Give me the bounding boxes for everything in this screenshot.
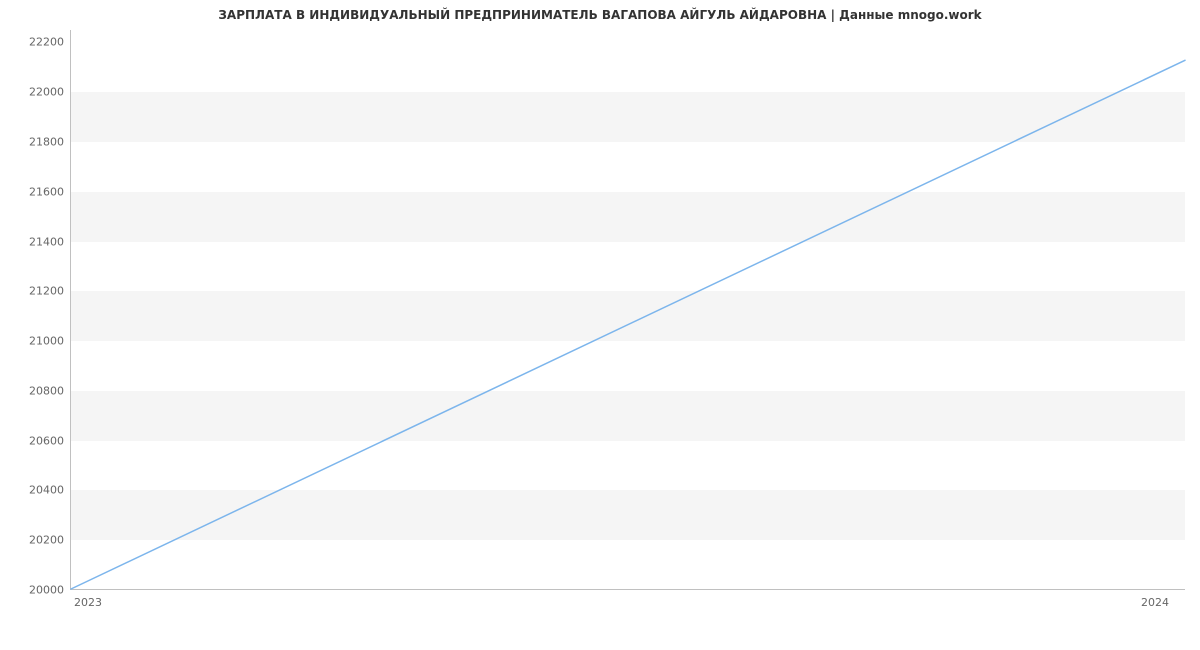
chart-title: ЗАРПЛАТА В ИНДИВИДУАЛЬНЫЙ ПРЕДПРИНИМАТЕЛ… [0, 8, 1200, 22]
salary-chart: ЗАРПЛАТА В ИНДИВИДУАЛЬНЫЙ ПРЕДПРИНИМАТЕЛ… [0, 0, 1200, 650]
line-series [71, 30, 1185, 589]
y-tick-label: 22000 [4, 86, 64, 99]
y-tick-label: 20400 [4, 484, 64, 497]
x-tick-label: 2024 [1141, 596, 1169, 609]
y-tick-label: 20800 [4, 384, 64, 397]
y-tick-label: 20000 [4, 584, 64, 597]
y-tick-label: 21200 [4, 285, 64, 298]
x-tick-label: 2023 [74, 596, 102, 609]
y-tick-label: 20200 [4, 534, 64, 547]
y-tick-label: 21600 [4, 185, 64, 198]
y-tick-label: 21800 [4, 136, 64, 149]
y-tick-label: 20600 [4, 434, 64, 447]
y-tick-label: 21400 [4, 235, 64, 248]
plot-area [70, 30, 1185, 590]
y-tick-label: 22200 [4, 36, 64, 49]
y-tick-label: 21000 [4, 335, 64, 348]
